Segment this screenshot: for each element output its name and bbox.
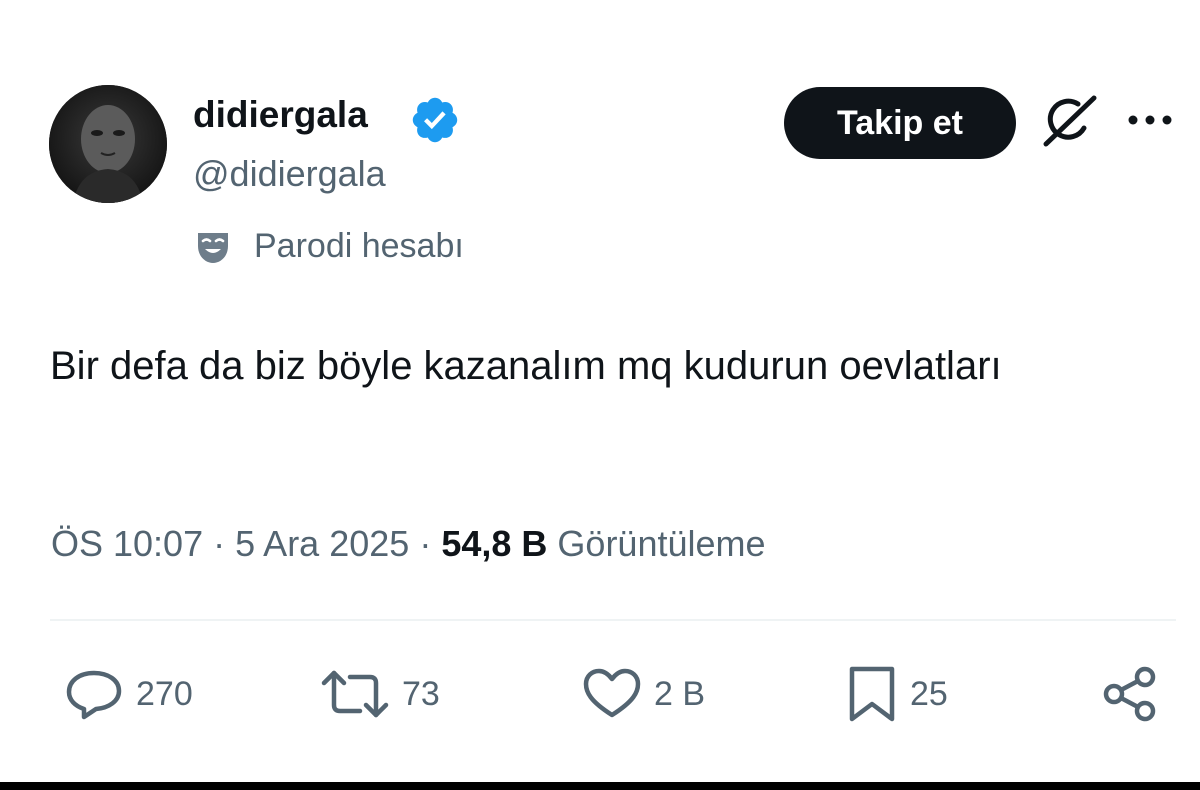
avatar[interactable] [49,85,167,203]
divider [50,619,1176,621]
bottom-edge [0,782,1200,790]
bookmark-count: 25 [910,674,948,713]
share-icon [1103,666,1156,722]
user-handle[interactable]: @didiergala [193,150,386,198]
meta-separator: · [419,523,432,564]
display-name[interactable]: didiergala [193,91,368,139]
repost-icon [321,670,389,718]
grok-button[interactable] [1038,94,1102,150]
tweet-meta: ÖS 10:07 · 5 Ara 2025 · 54,8 B Görüntüle… [51,520,766,568]
reply-icon [66,670,122,720]
views-count: 54,8 B [441,523,548,564]
tweet-date[interactable]: 5 Ara 2025 [235,523,409,564]
reply-count: 270 [136,674,193,713]
more-options-button[interactable] [1124,104,1176,136]
grok-icon [1043,95,1097,147]
bookmark-button[interactable]: 25 [846,664,948,724]
follow-button[interactable]: Takip et [784,87,1016,159]
share-button[interactable] [1100,664,1160,724]
repost-button[interactable]: 73 [320,664,440,724]
heart-icon [583,668,641,718]
reply-button[interactable]: 270 [64,664,193,724]
parody-label-text: Parodi hesabı [254,226,464,265]
parody-mask-icon [198,233,228,263]
meta-separator: · [213,523,226,564]
tweet-text: Bir defa da biz böyle kazanalım mq kudur… [50,344,1002,388]
tweet-time[interactable]: ÖS 10:07 [51,523,203,564]
like-button[interactable]: 2 B [582,664,705,724]
like-count: 2 B [654,674,706,713]
parody-label: Parodi hesabı [193,222,464,270]
more-icon [1128,115,1172,125]
views-label: Görüntüleme [557,523,766,564]
verified-badge-icon[interactable] [409,94,461,146]
avatar-image [49,85,167,203]
bookmark-icon [849,666,895,722]
repost-count: 73 [402,674,440,713]
